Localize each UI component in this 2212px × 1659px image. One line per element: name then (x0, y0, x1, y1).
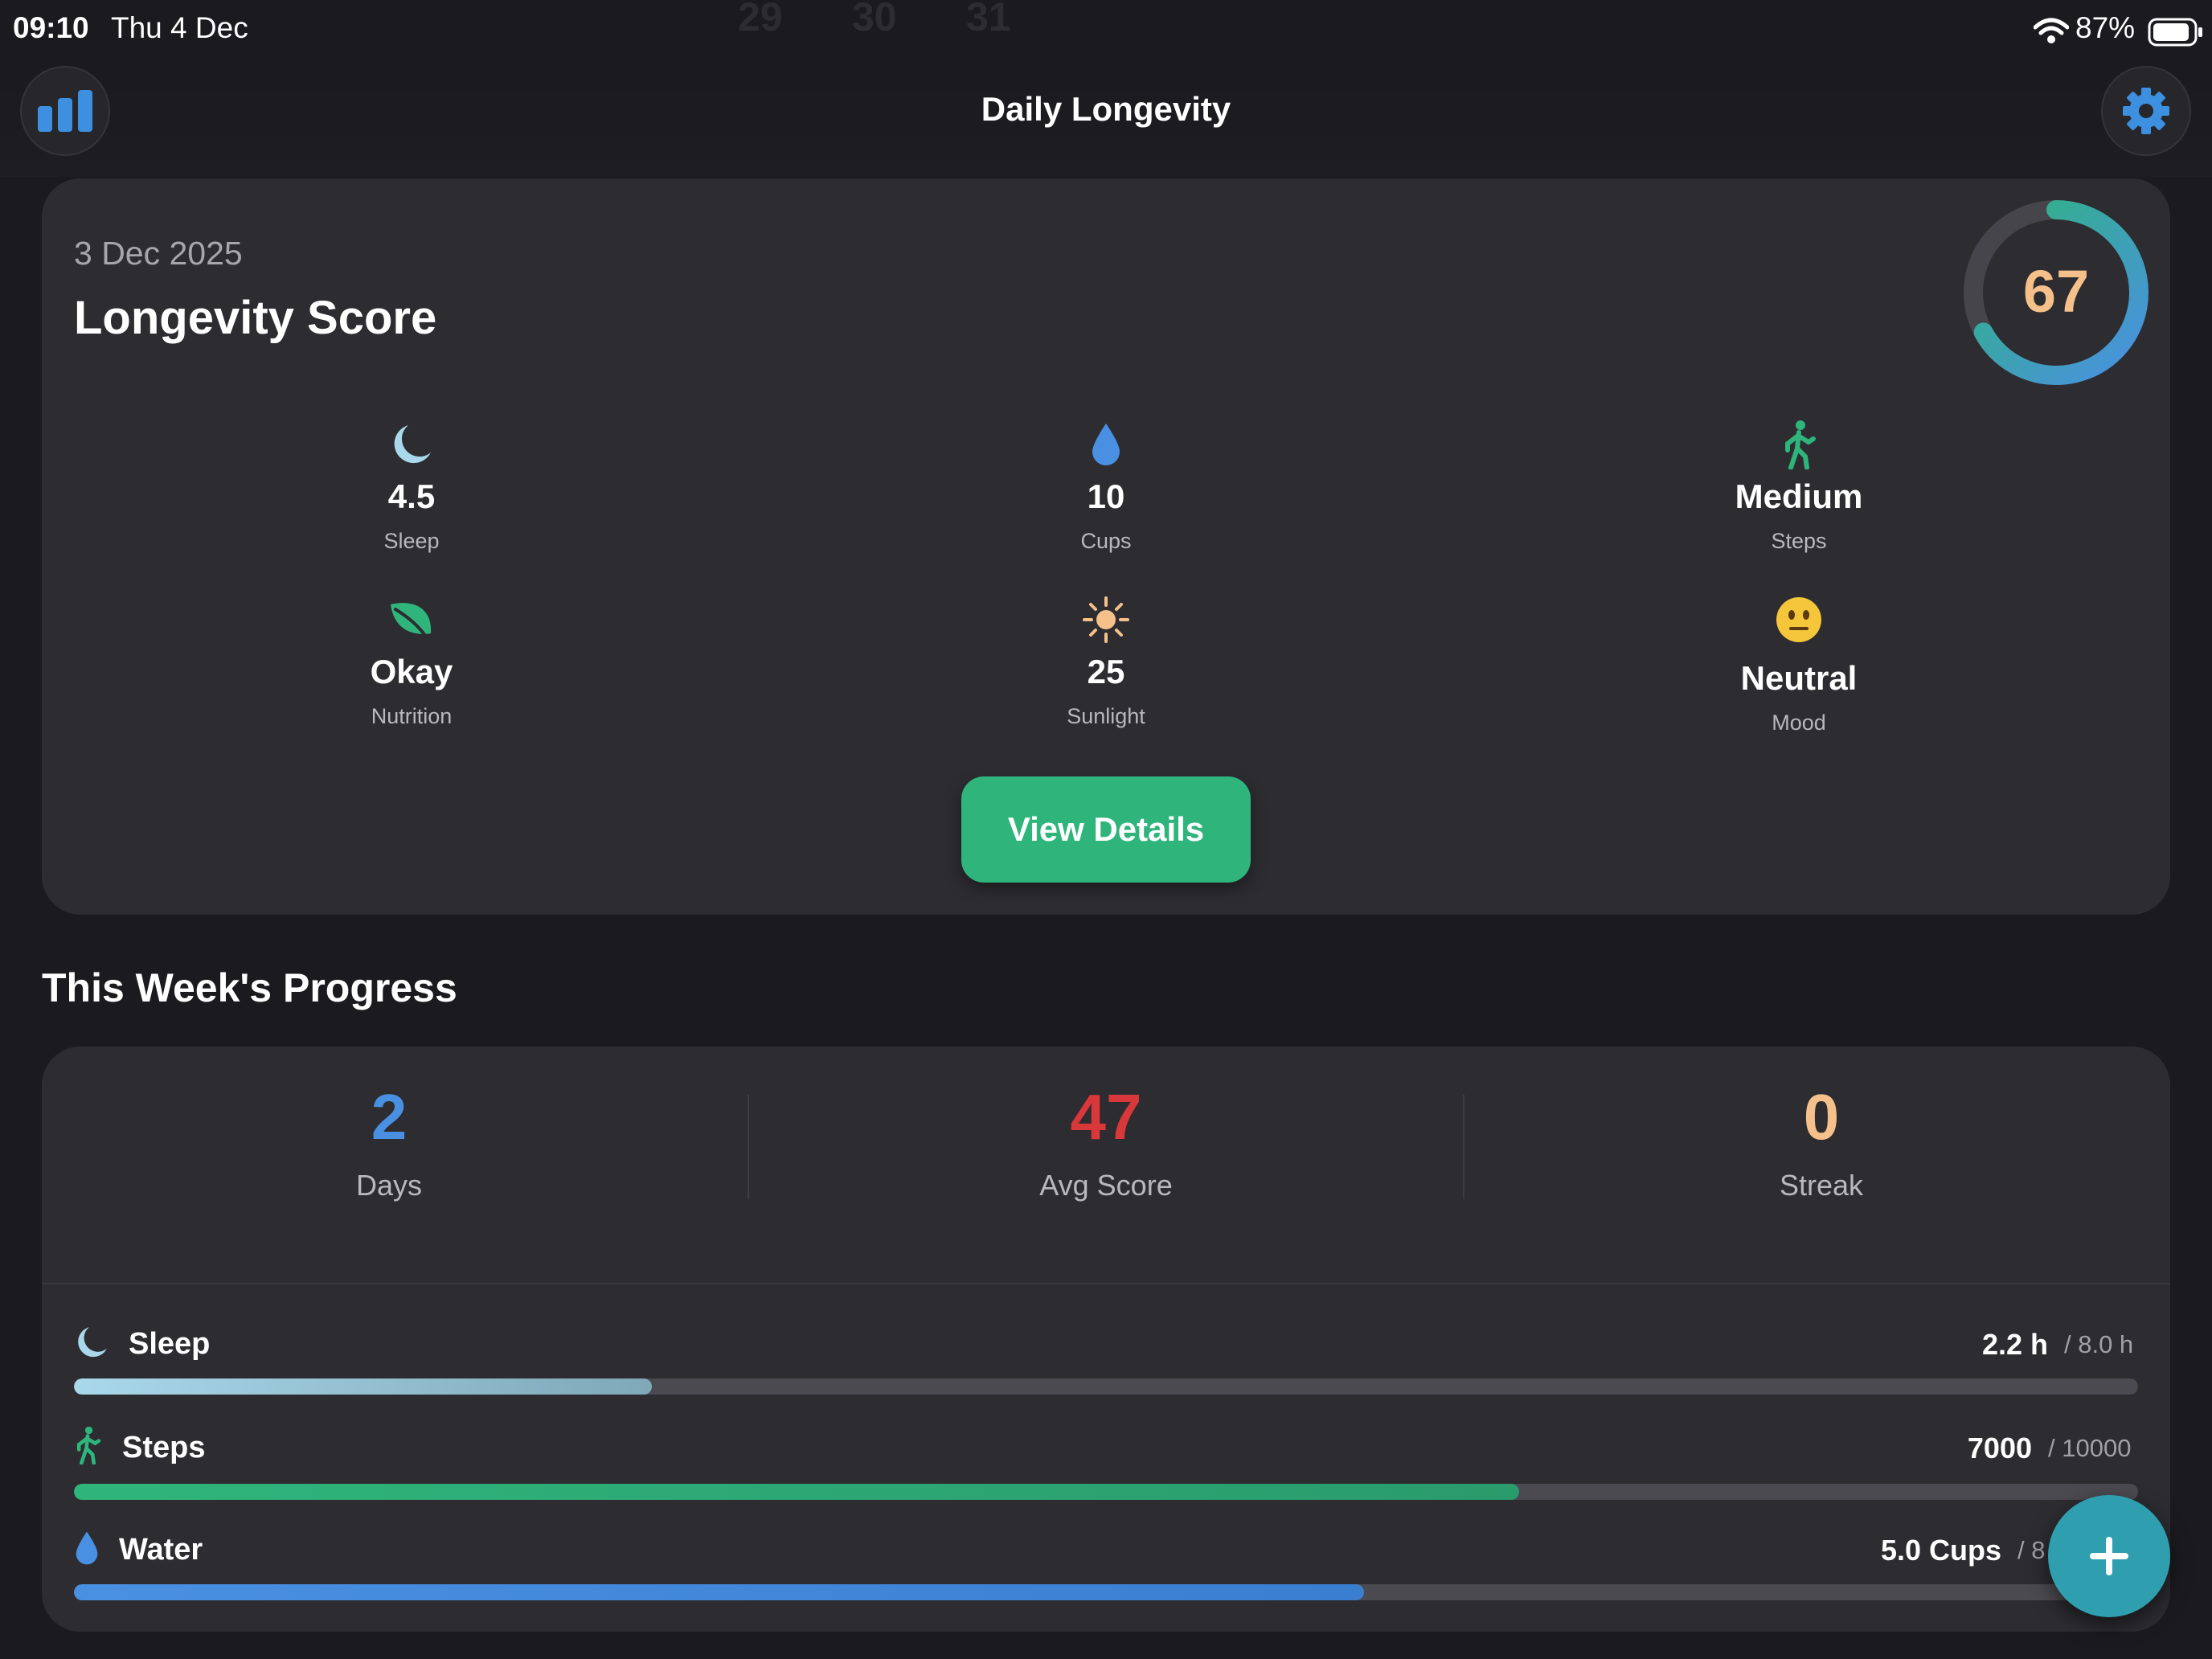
walking-icon (1785, 420, 1816, 469)
progress-label-water: Water (119, 1533, 203, 1567)
wifi-icon (2033, 18, 2070, 47)
plus-icon (2090, 1537, 2128, 1575)
progress-goal-sleep: / 8.0 h (2064, 1330, 2134, 1358)
metric-value: Okay (370, 653, 453, 690)
metric-label: Cups (1080, 529, 1132, 553)
leaf-icon (391, 603, 432, 638)
metric-value: 4.5 (387, 477, 436, 515)
water-drop-icon (74, 1530, 100, 1570)
walking-icon (74, 1426, 101, 1469)
faded-date-1: 29 (738, 0, 783, 39)
metric-value: 25 (1087, 653, 1125, 690)
stat-value: 47 (1070, 1081, 1142, 1153)
divider (42, 1283, 2170, 1284)
metric-label: Mood (1772, 711, 1826, 735)
section-title: This Week's Progress (42, 965, 457, 1010)
stat-label: Avg Score (1039, 1169, 1173, 1202)
gear-icon (2123, 88, 2169, 134)
stat-label: Streak (1779, 1169, 1864, 1202)
metric-steps: Medium Steps (1590, 416, 2008, 554)
score-value: 67 (2022, 258, 2090, 325)
stat-avg-score: 47 Avg Score (865, 1080, 1347, 1202)
progress-goal-water: / 8 (2017, 1536, 2046, 1564)
moon-icon (394, 425, 431, 464)
water-drop-icon (1092, 424, 1120, 465)
metric-label: Steps (1771, 529, 1827, 553)
sun-icon (1083, 596, 1129, 643)
metric-label: Nutrition (371, 704, 453, 728)
metric-sleep: 4.5 Sleep (203, 416, 621, 554)
metric-mood: Neutral Mood (1590, 592, 2008, 735)
progress-value-sleep: 2.2 h (1981, 1328, 2048, 1361)
metric-label: Sunlight (1067, 704, 1145, 728)
stat-value: 2 (371, 1081, 408, 1153)
faded-date-2: 30 (852, 0, 897, 39)
neutral-face-icon (1776, 597, 1821, 642)
progress-goal-steps: / 10000 (2048, 1434, 2132, 1462)
status-date: Thu 4 Dec (111, 11, 248, 44)
score-title: Longevity Score (74, 292, 437, 344)
metric-value: 10 (1087, 477, 1125, 515)
progress-value-water: 5.0 Cups (1880, 1534, 2001, 1567)
add-entry-button[interactable] (2048, 1495, 2170, 1617)
progress-label-sleep: Sleep (129, 1327, 211, 1361)
stat-value: 0 (1803, 1081, 1840, 1153)
progress-value-steps: 7000 (1967, 1432, 2032, 1464)
stat-label: Days (355, 1169, 423, 1202)
score-ring: 67 (1961, 198, 2151, 387)
stat-days: 2 Days (148, 1080, 630, 1202)
faded-date-3: 31 (966, 0, 1011, 39)
divider (1463, 1095, 1464, 1199)
page-title: Daily Longevity (981, 90, 1231, 128)
divider (748, 1095, 749, 1199)
metric-nutrition: Okay Nutrition (203, 592, 621, 729)
metric-cups: 10 Cups (897, 416, 1315, 554)
settings-button[interactable] (2101, 66, 2191, 156)
view-details-button[interactable]: View Details (961, 776, 1251, 883)
score-date: 3 Dec 2025 (74, 235, 243, 272)
battery-icon (2148, 18, 2204, 51)
progress-bar-steps (74, 1484, 2138, 1500)
battery-percent: 87% (2075, 11, 2136, 44)
moon-icon (74, 1325, 109, 1364)
metric-label: Sleep (383, 529, 440, 553)
progress-bar-water (74, 1584, 2138, 1600)
progress-label-steps: Steps (122, 1431, 206, 1464)
metric-value: Neutral (1740, 659, 1858, 697)
status-time: 09:10 (13, 11, 89, 44)
metric-value: Medium (1735, 477, 1863, 515)
metric-sunlight: 25 Sunlight (897, 592, 1315, 729)
progress-bar-sleep (74, 1378, 2138, 1395)
stat-streak: 0 Streak (1580, 1080, 2062, 1202)
